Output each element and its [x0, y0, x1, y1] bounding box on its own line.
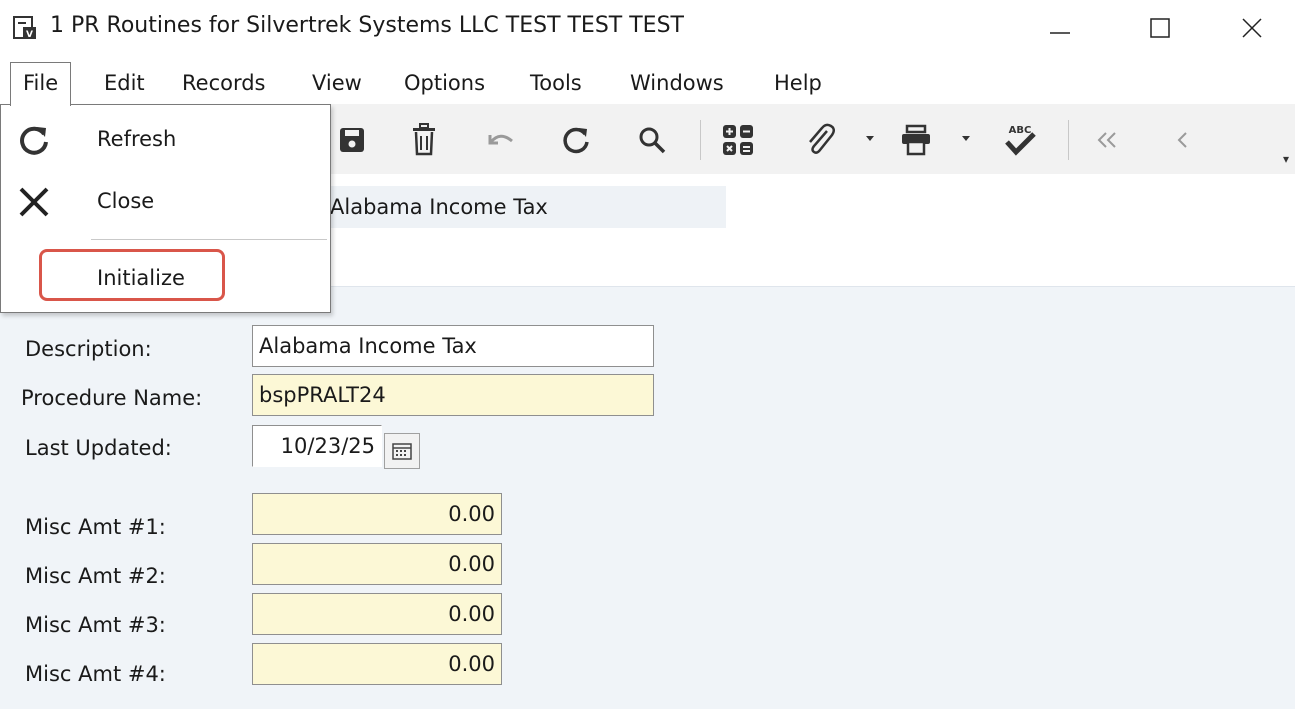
spellcheck-icon[interactable]: ABC: [998, 118, 1042, 162]
misc-amt-2-label: Misc Amt #2:: [25, 564, 166, 588]
app-icon: V: [12, 15, 38, 41]
menu-options[interactable]: Options: [392, 62, 497, 104]
form-panel: Description: Alabama Income Tax Procedur…: [0, 286, 1295, 709]
undo-icon[interactable]: [478, 118, 522, 162]
last-updated-field[interactable]: 10/23/25: [252, 425, 382, 467]
misc-amt-3-field[interactable]: 0.00: [252, 593, 502, 635]
attachment-dropdown-arrow[interactable]: [866, 136, 874, 141]
menu-item-close[interactable]: Close: [1, 171, 330, 231]
menu-item-refresh-label: Refresh: [97, 127, 177, 151]
initialize-highlight-box: [39, 249, 225, 301]
previous-record-icon[interactable]: [1160, 118, 1204, 162]
svg-text:ABC: ABC: [1009, 125, 1032, 136]
menu-edit[interactable]: Edit: [92, 62, 157, 104]
misc-amt-1-label: Misc Amt #1:: [25, 515, 166, 539]
menu-tools[interactable]: Tools: [518, 62, 594, 104]
toolbar-overflow-icon[interactable]: ▾: [1283, 152, 1289, 166]
misc-amt-3-label: Misc Amt #3:: [25, 613, 166, 637]
window-title: 1 PR Routines for Silvertrek Systems LLC…: [50, 13, 684, 38]
file-menu-dropdown: Refresh Close Initialize: [0, 104, 331, 313]
description-label: Description:: [25, 337, 152, 361]
maximize-button[interactable]: [1130, 8, 1190, 48]
first-record-icon[interactable]: [1086, 118, 1130, 162]
print-dropdown-arrow[interactable]: [962, 136, 970, 141]
print-icon[interactable]: [894, 118, 938, 162]
svg-text:V: V: [26, 30, 33, 40]
menu-bar: File Edit Records View Options Tools Win…: [0, 62, 1295, 106]
delete-icon[interactable]: [402, 118, 446, 162]
menu-help[interactable]: Help: [762, 62, 834, 104]
close-window-button[interactable]: [1222, 8, 1282, 48]
last-updated-label: Last Updated:: [25, 436, 172, 460]
toolbar-separator: [1068, 120, 1069, 160]
menu-item-refresh[interactable]: Refresh: [1, 109, 330, 169]
refresh-icon[interactable]: [554, 118, 598, 162]
misc-amt-4-field[interactable]: 0.00: [252, 643, 502, 685]
menu-view[interactable]: View: [300, 62, 374, 104]
minimize-button[interactable]: [1030, 8, 1090, 48]
procedure-name-label: Procedure Name:: [21, 386, 203, 410]
calendar-icon: [392, 443, 412, 460]
misc-amt-1-field[interactable]: 0.00: [252, 493, 502, 535]
misc-amt-2-field[interactable]: 0.00: [252, 543, 502, 585]
menu-records[interactable]: Records: [170, 62, 278, 104]
attachment-icon[interactable]: [798, 118, 842, 162]
toolbar-separator: [700, 120, 701, 160]
refresh-icon: [15, 121, 53, 159]
save-icon[interactable]: [330, 118, 374, 162]
menu-separator: [91, 239, 327, 240]
calendar-button[interactable]: [384, 433, 420, 469]
description-field[interactable]: Alabama Income Tax: [252, 325, 654, 367]
misc-amt-4-label: Misc Amt #4:: [25, 662, 166, 686]
search-icon[interactable]: [630, 118, 674, 162]
title-bar: V 1 PR Routines for Silvertrek Systems L…: [0, 0, 1295, 56]
menu-item-close-label: Close: [97, 189, 155, 213]
procedure-name-field[interactable]: bspPRALT24: [252, 374, 654, 416]
menu-windows[interactable]: Windows: [618, 62, 736, 104]
menu-file[interactable]: File: [10, 62, 72, 106]
calculator-icon[interactable]: [716, 118, 760, 162]
close-icon: [15, 183, 53, 221]
